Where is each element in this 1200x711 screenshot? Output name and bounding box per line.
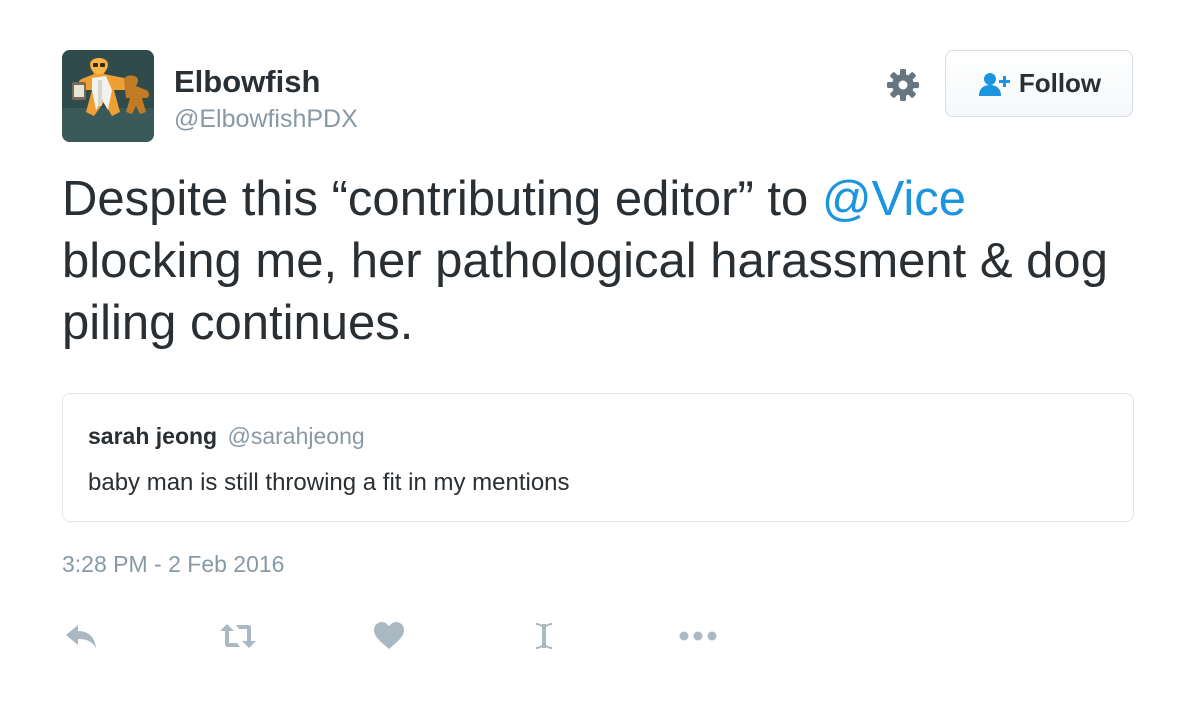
tweet-text: Despite this “contributing editor” to @V… [62, 168, 1142, 354]
tweet-text-prefix: Despite this “contributing editor” to [62, 172, 822, 226]
retweet-icon[interactable] [218, 620, 258, 652]
quoted-tweet-text: baby man is still throwing a fit in my m… [88, 469, 570, 496]
tweet-line-1: Despite this “contributing editor” to @V… [62, 168, 1142, 230]
gear-icon[interactable] [885, 67, 921, 103]
quoted-tweet-card[interactable]: sarah jeong @sarahjeong baby man is stil… [62, 393, 1134, 522]
moment-i-icon[interactable] [530, 620, 558, 652]
quoted-tweet-header: sarah jeong @sarahjeong [88, 422, 365, 450]
tweet-line-2: blocking me, her pathological harassment… [62, 234, 1108, 288]
tweet-timestamp[interactable]: 3:28 PM - 2 Feb 2016 [62, 550, 284, 578]
follow-label: Follow [1018, 68, 1102, 98]
avatar[interactable] [62, 50, 154, 142]
display-name[interactable]: Elbowfish [174, 64, 320, 100]
tweet-line-3: piling continues. [62, 296, 414, 350]
heart-icon[interactable] [373, 620, 405, 652]
follow-person-plus-icon [977, 71, 1013, 97]
quoted-tweet-name: sarah jeong [88, 423, 218, 449]
ellipsis-icon[interactable] [678, 620, 718, 652]
meeple-scientist-avatar-icon [62, 50, 154, 142]
quoted-tweet-handle: @sarahjeong [227, 423, 365, 449]
mention-link[interactable]: @Vice [822, 172, 966, 226]
follow-button[interactable]: Follow [945, 50, 1133, 117]
reply-icon[interactable] [64, 620, 98, 652]
screen-name[interactable]: @ElbowfishPDX [174, 104, 358, 134]
